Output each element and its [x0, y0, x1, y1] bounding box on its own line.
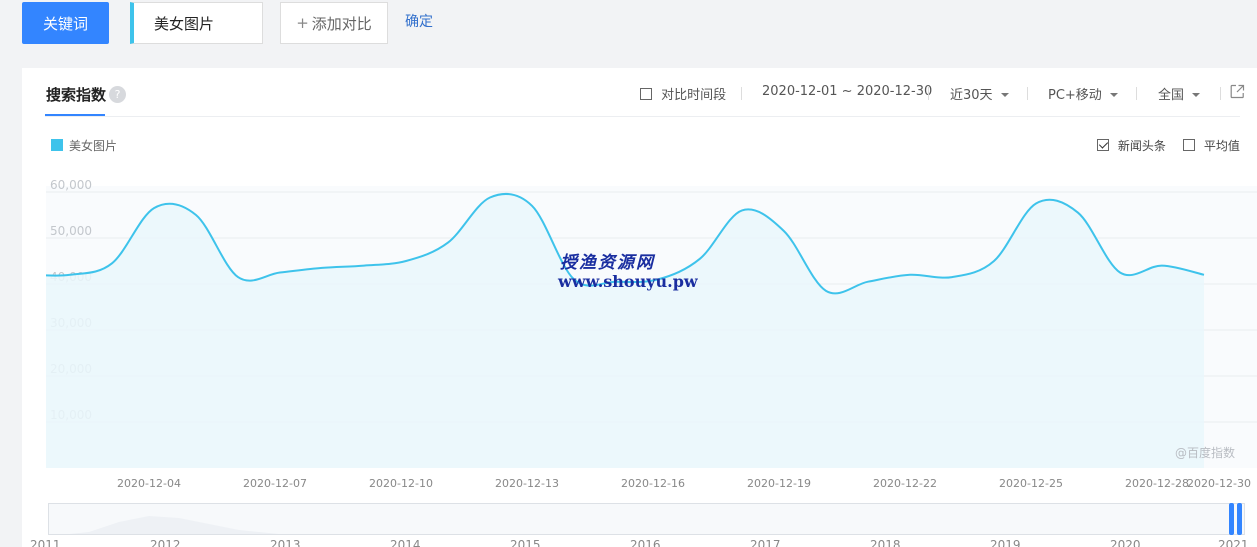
- x-tick-label: 2020-12-30: [1187, 477, 1251, 490]
- baidu-index-credit: @百度指数: [1175, 446, 1236, 460]
- range-year-label: 2014: [390, 538, 421, 547]
- watermark-text: 授渔资源网: [560, 253, 655, 273]
- range-year-label: 2012: [150, 538, 181, 547]
- data-point[interactable]: [529, 203, 535, 209]
- x-tick-label: 2020-12-25: [999, 477, 1063, 490]
- range-year-label: 2021: [1218, 538, 1249, 547]
- x-tick-label: 2020-12-10: [369, 477, 433, 490]
- add-compare-button[interactable]: + 添加对比: [280, 2, 388, 44]
- x-tick-label: 2020-12-07: [243, 477, 307, 490]
- range-year-label: 2015: [510, 538, 541, 547]
- keyword-input[interactable]: 美女图片: [130, 2, 263, 44]
- data-point[interactable]: [1117, 270, 1123, 276]
- data-point[interactable]: [445, 240, 451, 246]
- data-point[interactable]: [739, 207, 745, 213]
- data-point[interactable]: [865, 279, 871, 285]
- plus-icon: +: [296, 14, 309, 32]
- data-point[interactable]: [907, 272, 913, 278]
- data-point[interactable]: [319, 265, 325, 271]
- x-tick-label: 2020-12-19: [747, 477, 811, 490]
- x-tick-label: 2020-12-13: [495, 477, 559, 490]
- data-point[interactable]: [697, 256, 703, 262]
- x-tick-label: 2020-12-22: [873, 477, 937, 490]
- watermark-url: www.shouyu.pw: [558, 272, 698, 291]
- slider-handle-left[interactable]: [1229, 503, 1234, 535]
- data-point[interactable]: [949, 274, 955, 280]
- y-tick-label: 50,000: [50, 224, 92, 238]
- data-point[interactable]: [67, 272, 73, 278]
- range-year-label: 2019: [990, 538, 1021, 547]
- slider-handle-right[interactable]: [1237, 503, 1242, 535]
- x-tick-label: 2020-12-04: [117, 477, 181, 490]
- range-year-label: 2020: [1110, 538, 1141, 547]
- data-point[interactable]: [277, 270, 283, 276]
- data-point[interactable]: [361, 263, 367, 269]
- data-point[interactable]: [1201, 272, 1207, 278]
- x-tick-label: 2020-12-28: [1125, 477, 1189, 490]
- y-tick-label: 60,000: [50, 178, 92, 192]
- overview-minichart: [69, 516, 279, 534]
- data-point[interactable]: [487, 195, 493, 201]
- data-point[interactable]: [403, 258, 409, 264]
- range-year-label: 2016: [630, 538, 661, 547]
- add-compare-label: 添加对比: [311, 14, 372, 33]
- data-point[interactable]: [823, 288, 829, 294]
- data-point[interactable]: [1159, 263, 1165, 269]
- time-range-slider[interactable]: [48, 503, 1245, 535]
- range-year-label: 2013: [270, 538, 301, 547]
- search-index-chart[interactable]: 60,00050,00040,00030,00020,00010,0002020…: [22, 68, 1257, 547]
- keyword-tab-button[interactable]: 关键词: [22, 2, 109, 44]
- data-point[interactable]: [991, 258, 997, 264]
- keyword-bar: 关键词 美女图片 + 添加对比 确定: [0, 0, 1257, 60]
- data-point[interactable]: [1075, 210, 1081, 216]
- data-point[interactable]: [781, 228, 787, 234]
- data-point[interactable]: [193, 212, 199, 218]
- range-year-label: 2017: [750, 538, 781, 547]
- search-index-panel: 搜索指数 ? 对比时间段 2020-12-01 ~ 2020-12-30 近30…: [22, 68, 1257, 547]
- x-tick-label: 2020-12-16: [621, 477, 685, 490]
- range-year-label: 2011: [30, 538, 61, 547]
- data-point[interactable]: [1033, 201, 1039, 207]
- confirm-link[interactable]: 确定: [405, 11, 433, 31]
- range-year-label: 2018: [870, 538, 901, 547]
- data-point[interactable]: [235, 274, 241, 280]
- data-point[interactable]: [109, 260, 115, 266]
- data-point[interactable]: [151, 205, 157, 211]
